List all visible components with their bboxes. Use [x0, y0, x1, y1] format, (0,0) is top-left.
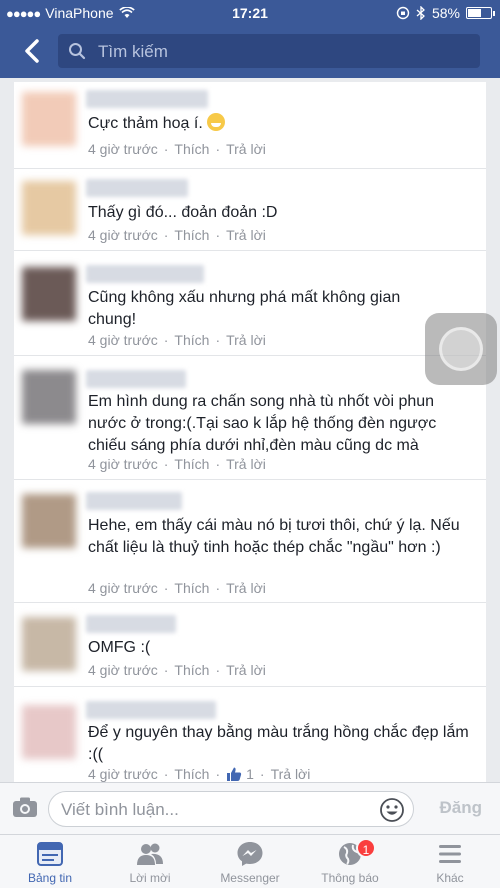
- nav-bar: Tìm kiếm: [0, 26, 500, 78]
- comment-meta: 4 giờ trước · Thích · Trả lời: [88, 580, 266, 596]
- comment-time: 4 giờ trước: [88, 141, 158, 157]
- comment-item: Cực thảm hoạ í. 4 giờ trước · Thích · Trả …: [14, 82, 486, 169]
- search-input[interactable]: Tìm kiếm: [58, 34, 480, 68]
- tab-notifications[interactable]: 1 Thông báo: [300, 835, 400, 888]
- tab-news-feed[interactable]: Bảng tin: [0, 835, 100, 888]
- like-button[interactable]: Thích: [174, 456, 209, 472]
- comment-text: Cực thảm hoạ í.: [88, 113, 478, 135]
- commenter-name-redacted[interactable]: [86, 179, 188, 197]
- tab-more[interactable]: Khác: [400, 835, 500, 888]
- reply-button[interactable]: Trả lời: [271, 766, 311, 782]
- avatar[interactable]: [22, 267, 76, 321]
- like-button[interactable]: Thích: [174, 332, 209, 348]
- commenter-name-redacted[interactable]: [86, 265, 204, 283]
- grimace-emoji-icon: [206, 113, 225, 131]
- commenter-name-redacted[interactable]: [86, 370, 186, 388]
- like-button[interactable]: Thích: [174, 766, 209, 782]
- like-button[interactable]: Thích: [174, 662, 209, 678]
- comment-input[interactable]: Viết bình luận...: [48, 791, 414, 827]
- like-button[interactable]: Thích: [174, 580, 209, 596]
- menu-icon: [439, 845, 461, 863]
- reply-button[interactable]: Trả lời: [226, 332, 266, 348]
- tab-label: Khác: [436, 871, 464, 885]
- tab-label: Thông báo: [321, 871, 379, 885]
- comment-item: Để y nguyên thay bằng màu trắng hồng chắ…: [14, 687, 486, 782]
- reply-button[interactable]: Trả lời: [226, 580, 266, 596]
- comment-item: Hehe, em thấy cái màu nó bị tươi thôi, c…: [14, 480, 486, 603]
- comment-time: 4 giờ trước: [88, 227, 158, 243]
- reply-button[interactable]: Trả lời: [226, 456, 266, 472]
- back-arrow-icon[interactable]: [18, 36, 48, 66]
- search-placeholder: Tìm kiếm: [98, 42, 168, 61]
- battery-icon: [466, 7, 495, 19]
- comment-time: 4 giờ trước: [88, 456, 158, 472]
- comment-item: Em hình dung ra chấn song nhà tù nhốt vò…: [14, 356, 486, 480]
- comment-time: 4 giờ trước: [88, 766, 158, 782]
- comment-placeholder: Viết bình luận...: [61, 800, 179, 819]
- comment-item: Thấy gì đó... đoản đoản :D 4 giờ trước · …: [14, 169, 486, 251]
- commenter-name-redacted[interactable]: [86, 615, 176, 633]
- assistive-touch-button[interactable]: [425, 313, 497, 385]
- commenter-name-redacted[interactable]: [86, 492, 182, 510]
- rotation-lock-icon: [396, 6, 410, 20]
- comment-text: Hehe, em thấy cái màu nó bị tươi thôi, c…: [88, 517, 460, 556]
- like-button[interactable]: Thích: [174, 141, 209, 157]
- comment-text: Cũng không xấu nhưng phá mất không gian …: [88, 289, 401, 328]
- search-icon: [69, 43, 86, 60]
- emoji-smile-icon[interactable]: [379, 797, 405, 823]
- like-count[interactable]: 1: [226, 766, 254, 782]
- post-button[interactable]: Đăng: [440, 798, 483, 818]
- comment-meta: 4 giờ trước · Thích · Trả lời: [88, 456, 266, 472]
- battery-percent: 58%: [431, 5, 460, 21]
- news-feed-icon: [37, 842, 63, 866]
- avatar[interactable]: [22, 181, 76, 235]
- reply-button[interactable]: Trả lời: [226, 227, 266, 243]
- notification-badge: 1: [356, 838, 376, 858]
- tab-label: Lời mời: [129, 871, 171, 885]
- tab-label: Messenger: [220, 871, 280, 885]
- comment-meta: 4 giờ trước · Thích · Trả lời: [88, 332, 266, 348]
- tab-bar: Bảng tin Lời mời Messenger 1 Thông báo K…: [0, 834, 500, 888]
- tab-label: Bảng tin: [27, 871, 73, 885]
- status-bar: ●●●●● VinaPhone 17:21 58%: [0, 0, 500, 26]
- comment-text: Thấy gì đó... đoản đoản :D: [88, 204, 278, 221]
- comment-time: 4 giờ trước: [88, 580, 158, 596]
- commenter-name-redacted[interactable]: [86, 90, 208, 108]
- avatar[interactable]: [22, 92, 76, 146]
- comment-meta: 4 giờ trước · Thích · Trả lời: [88, 662, 266, 678]
- messenger-icon: [237, 842, 263, 866]
- bluetooth-icon: [416, 6, 425, 20]
- reply-button[interactable]: Trả lời: [226, 141, 266, 157]
- comment-text: OMFG :(: [88, 639, 151, 656]
- thumbs-up-icon: [227, 767, 242, 781]
- comment-item: Cũng không xấu nhưng phá mất không gian …: [14, 251, 486, 356]
- camera-icon[interactable]: [12, 796, 38, 818]
- tab-messenger[interactable]: Messenger: [200, 835, 300, 888]
- comment-time: 4 giờ trước: [88, 662, 158, 678]
- commenter-name-redacted[interactable]: [86, 701, 216, 719]
- comment-time: 4 giờ trước: [88, 332, 158, 348]
- avatar[interactable]: [22, 617, 76, 671]
- avatar[interactable]: [22, 705, 76, 759]
- comment-text: Em hình dung ra chấn song nhà tù nhốt vò…: [88, 393, 437, 454]
- tab-friend-requests[interactable]: Lời mời: [100, 835, 200, 888]
- comment-text: Để y nguyên thay bằng màu trắng hồng chắ…: [88, 724, 469, 763]
- comment-meta: 4 giờ trước · Thích · Trả lời: [88, 141, 266, 157]
- like-button[interactable]: Thích: [174, 227, 209, 243]
- friend-requests-icon: [137, 843, 163, 865]
- reply-button[interactable]: Trả lời: [226, 662, 266, 678]
- comment-meta: 4 giờ trước · Thích · Trả lời: [88, 227, 266, 243]
- comment-meta: 4 giờ trước · Thích · 1 · Trả lời: [88, 766, 311, 782]
- assistive-touch-icon: [439, 327, 483, 371]
- comment-composer: Viết bình luận... Đăng: [0, 782, 500, 834]
- avatar[interactable]: [22, 370, 76, 424]
- comment-item: OMFG :( 4 giờ trước · Thích · Trả lời: [14, 603, 486, 687]
- comment-list[interactable]: Cực thảm hoạ í. 4 giờ trước · Thích · Trả …: [14, 82, 486, 782]
- avatar[interactable]: [22, 494, 76, 548]
